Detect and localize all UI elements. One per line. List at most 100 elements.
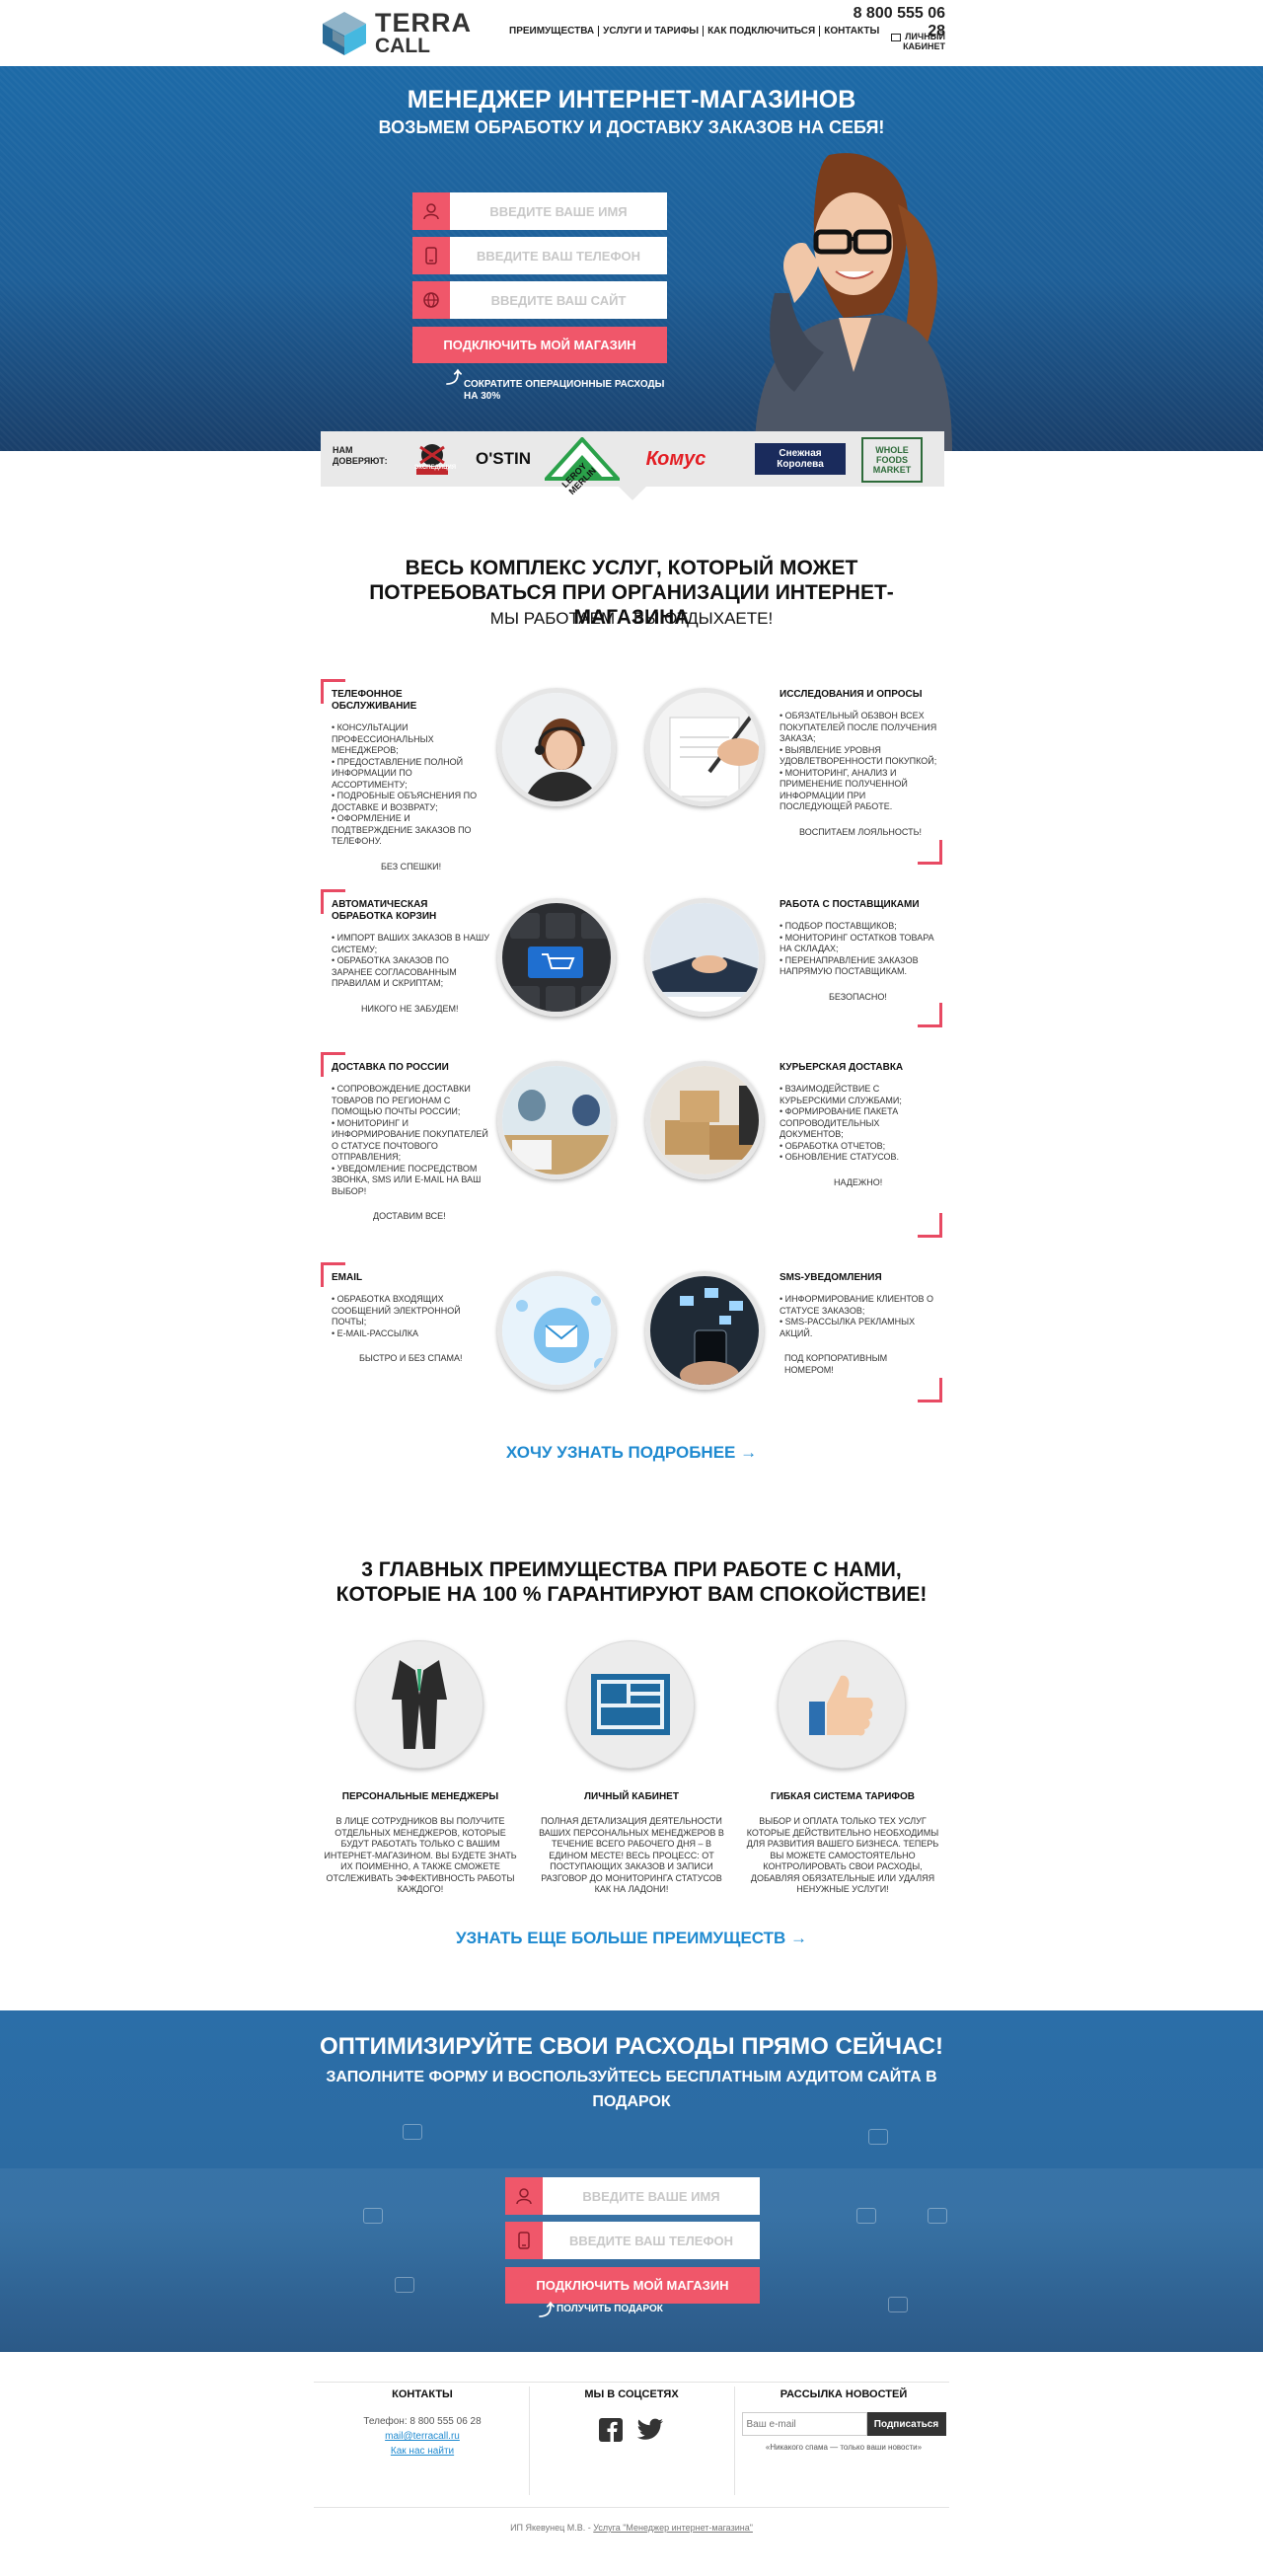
service-phone: ТЕЛЕФОННОЕ ОБСЛУЖИВАНИЕ • КОНСУЛЬТАЦИИ П… bbox=[332, 689, 478, 871]
newsletter-email-input[interactable] bbox=[741, 2412, 867, 2436]
subscribe-button[interactable]: Подписаться bbox=[866, 2412, 946, 2436]
corner-decoration bbox=[918, 1213, 942, 1238]
page: TERRA CALL ПРЕИМУЩЕСТВА УСЛУГИ И ТАРИФЫ … bbox=[0, 0, 1263, 2576]
suit-icon bbox=[355, 1640, 483, 1769]
envelope-doodle-icon bbox=[395, 2277, 414, 2293]
cta-name-field bbox=[505, 2177, 760, 2215]
woman-with-glasses-image bbox=[755, 153, 952, 451]
footer-col-divider bbox=[529, 2387, 530, 2495]
nav-advantages[interactable]: ПРЕИМУЩЕСТВА bbox=[505, 26, 600, 37]
learn-more-link[interactable]: ХОЧУ УЗНАТЬ ПОДРОБНЕЕ → bbox=[0, 1443, 1263, 1463]
social-icons bbox=[533, 2418, 730, 2442]
user-icon bbox=[505, 2177, 543, 2215]
chat-doodle-icon bbox=[868, 2129, 888, 2145]
corner-decoration bbox=[918, 1378, 942, 1402]
phone-input[interactable] bbox=[450, 237, 667, 274]
phone-icon bbox=[505, 2222, 543, 2259]
hero-subtitle: ВОЗЬМЕМ ОБРАБОТКУ И ДОСТАВКУ ЗАКАЗОВ НА … bbox=[378, 117, 885, 137]
newsletter-note: «Никакого спама — только ваши новости» bbox=[765, 2443, 923, 2452]
sms-phone-image bbox=[645, 1271, 764, 1390]
calculator-doodle-icon bbox=[928, 2208, 947, 2224]
footer-phone: Телефон: 8 800 555 06 28 bbox=[363, 2416, 482, 2427]
envelope-doodle-icon bbox=[888, 2297, 908, 2312]
hero-note-text: СОКРАТИТЕ ОПЕРАЦИОННЫЕ РАСХОДЫ НА 30% bbox=[464, 379, 665, 402]
brand-expedition-logo: ЭКСПЕДИЦИЯ bbox=[405, 443, 459, 475]
corner-decoration bbox=[918, 1003, 942, 1027]
connect-shop-button[interactable]: ПОДКЛЮЧИТЬ МОЙ МАГАЗИН bbox=[412, 327, 667, 363]
corner-decoration bbox=[918, 840, 942, 865]
footer-email-link[interactable]: mail@terracall.ru bbox=[324, 2429, 521, 2444]
printer-doodle-icon bbox=[856, 2208, 876, 2224]
curved-arrow-icon: ⤴ bbox=[446, 370, 463, 387]
clients-bar: НАМ ДОВЕРЯЮТ: ЭКСПЕДИЦИЯ O'STIN LEROY ME… bbox=[321, 431, 944, 500]
service-research: ИССЛЕДОВАНИЯ И ОПРОСЫ • ОБЯЗАТЕЛЬНЫЙ ОБЗ… bbox=[780, 689, 937, 837]
service-courier: КУРЬЕРСКАЯ ДОСТАВКА • ВЗАИМОДЕЙСТВИЕ С К… bbox=[780, 1062, 904, 1187]
cta-phone-field bbox=[505, 2222, 760, 2259]
brand-ostin-logo: O'STIN bbox=[476, 449, 531, 468]
hero-note: ⤴ СОКРАТИТЕ ОПЕРАЦИОННЫЕ РАСХОДЫ НА 30% bbox=[446, 371, 673, 403]
brand-leroy-merlin-logo: LEROY MERLIN bbox=[543, 437, 622, 496]
service-email: EMAIL • ОБРАБОТКА ВХОДЯЩИХ СООБЩЕНИЙ ЭЛЕ… bbox=[332, 1272, 463, 1363]
advantage-cabinet-title: ЛИЧНЫЙ КАБИНЕТ bbox=[584, 1791, 679, 1802]
cta-note-text: ПОЛУЧИТЬ ПОДАРОК bbox=[557, 2304, 663, 2314]
monitor-doodle-icon bbox=[403, 2124, 422, 2140]
advantage-managers-title: ПЕРСОНАЛЬНЫЕ МЕНЕДЖЕРЫ bbox=[341, 1791, 499, 1802]
name-input[interactable] bbox=[450, 192, 667, 230]
twitter-icon[interactable] bbox=[636, 2418, 664, 2442]
cta-name-input[interactable] bbox=[543, 2177, 760, 2215]
advantages-title: 3 ГЛАВНЫХ ПРЕИМУЩЕСТВА ПРИ РАБОТЕ С НАМИ… bbox=[335, 1558, 928, 1606]
footer-social: МЫ В СОЦСЕТЯХ bbox=[533, 2388, 730, 2442]
phone-icon bbox=[412, 237, 450, 274]
service-sms: SMS-УВЕДОМЛЕНИЯ • ИНФОРМИРОВАНИЕ КЛИЕНТО… bbox=[780, 1272, 934, 1375]
cta-subtitle: ЗАПОЛНИТЕ ФОРМУ И ВОСПОЛЬЗУЙТЕСЬ БЕСПЛАТ… bbox=[326, 2069, 937, 2110]
cta-form: ПОДКЛЮЧИТЬ МОЙ МАГАЗИН bbox=[505, 2177, 760, 2304]
cta-phone-input[interactable] bbox=[543, 2222, 760, 2259]
site-field bbox=[412, 281, 667, 319]
advantage-tariffs-title: ГИБКАЯ СИСТЕМА ТАРИФОВ bbox=[771, 1791, 915, 1802]
brand-komus-logo: Комус bbox=[645, 447, 706, 470]
globe-icon bbox=[412, 281, 450, 319]
courier-boxes-image bbox=[645, 1061, 764, 1179]
service-link[interactable]: Услуга "Менеджер интернет-магазина" bbox=[593, 2523, 753, 2533]
nav-how-to-connect[interactable]: КАК ПОДКЛЮЧИТЬСЯ bbox=[704, 26, 821, 37]
footer-newsletter: РАССЫЛКА НОВОСТЕЙ Подписаться «Никакого … bbox=[738, 2388, 949, 2455]
survey-writing-image bbox=[645, 688, 764, 806]
service-russia-delivery: ДОСТАВКА ПО РОССИИ • СОПРОВОЖДЕНИЕ ДОСТА… bbox=[332, 1062, 488, 1221]
footer-map-link[interactable]: Как нас найти bbox=[324, 2444, 521, 2459]
cta-section: ОПТИМИЗИРУЙТЕ СВОИ РАСХОДЫ ПРЯМО СЕЙЧАС!… bbox=[0, 2010, 1263, 2352]
name-field bbox=[412, 192, 667, 230]
newsletter-form: Подписаться bbox=[738, 2412, 949, 2436]
phone-field bbox=[412, 237, 667, 274]
logo-cube-icon bbox=[323, 12, 366, 55]
cta-title: ОПТИМИЗИРУЙТЕ СВОИ РАСХОДЫ ПРЯМО СЕЙЧАС! bbox=[319, 2033, 943, 2060]
advantage-cabinet-text: ПОЛНАЯ ДЕТАЛИЗАЦИЯ ДЕЯТЕЛЬНОСТИ ВАШИХ ПЕ… bbox=[539, 1816, 724, 1894]
main-nav: ПРЕИМУЩЕСТВА УСЛУГИ И ТАРИФЫ КАК ПОДКЛЮЧ… bbox=[505, 26, 883, 37]
envelope-doodle-icon bbox=[363, 2208, 383, 2224]
nav-services[interactable]: УСЛУГИ И ТАРИФЫ bbox=[599, 26, 705, 37]
dashboard-icon bbox=[566, 1640, 695, 1769]
advantage-tariffs-text: ВЫБОР И ОПЛАТА ТОЛЬКО ТЕХ УСЛУГ КОТОРЫЕ … bbox=[746, 1816, 939, 1894]
keyboard-cart-image bbox=[497, 898, 616, 1017]
user-icon bbox=[412, 192, 450, 230]
facebook-icon[interactable] bbox=[599, 2418, 623, 2442]
more-advantages-link[interactable]: УЗНАТЬ ЕЩЕ БОЛЬШЕ ПРЕИМУЩЕСТВ → bbox=[0, 1929, 1263, 1948]
thumbs-up-icon bbox=[778, 1640, 906, 1769]
clients-label: НАМ ДОВЕРЯЮТ: bbox=[333, 445, 388, 466]
services-subtitle: МЫ РАБОТАЕМ – ВЫ ОТДЫХАЕТЕ! bbox=[489, 609, 774, 628]
curved-arrow-icon: ⤴ bbox=[539, 2303, 556, 2319]
header: TERRA CALL ПРЕИМУЩЕСТВА УСЛУГИ И ТАРИФЫ … bbox=[0, 0, 1263, 66]
cta-note: ⤴ ПОЛУЧИТЬ ПОДАРОК bbox=[539, 2303, 663, 2319]
cabinet-link[interactable]: ЛИЧНЫЙ КАБИНЕТ bbox=[851, 32, 945, 51]
post-office-image bbox=[497, 1061, 616, 1179]
footer-col-divider bbox=[734, 2387, 735, 2495]
copyright: ИП Якевунец М.В. - Услуга "Менеджер инте… bbox=[510, 2523, 753, 2533]
hero-section: МЕНЕДЖЕР ИНТЕРНЕТ-МАГАЗИНОВ ВОЗЬМЕМ ОБРА… bbox=[0, 66, 1263, 451]
hero-form: ПОДКЛЮЧИТЬ МОЙ МАГАЗИН bbox=[412, 192, 667, 363]
site-input[interactable] bbox=[450, 281, 667, 319]
phone-operator-image bbox=[497, 688, 616, 806]
hero-title: МЕНЕДЖЕР ИНТЕРНЕТ-МАГАЗИНОВ bbox=[407, 86, 856, 114]
brand-snow-queen-logo: Снежная Королева bbox=[755, 443, 846, 475]
logo[interactable]: TERRA CALL bbox=[319, 6, 477, 57]
brand-whole-foods-logo: WHOLE FOODS MARKET bbox=[861, 437, 923, 483]
footer-top-divider bbox=[314, 2382, 949, 2383]
